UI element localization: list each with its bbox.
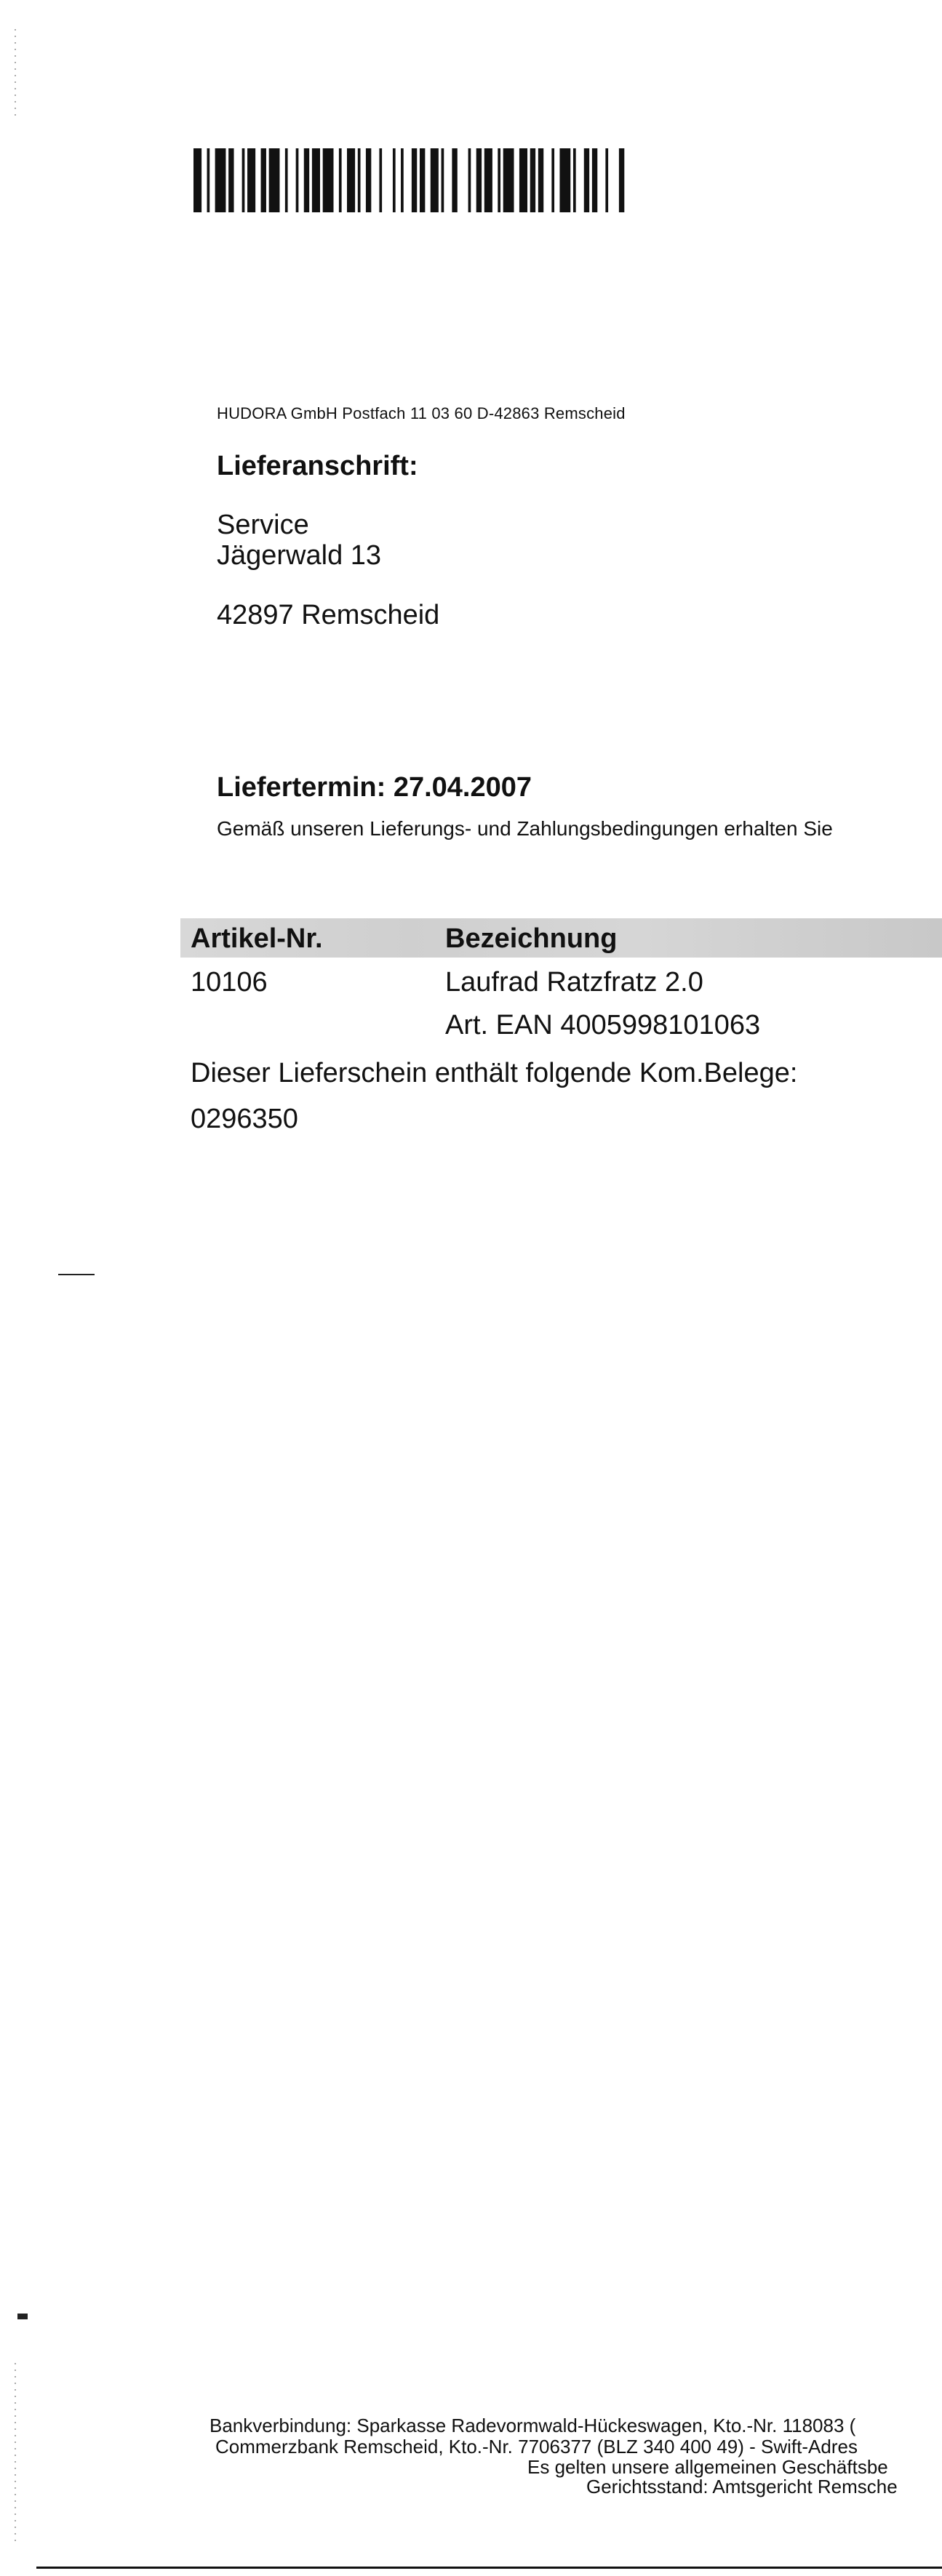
barcode-bar: [559, 148, 571, 212]
barcode-bar: [452, 148, 458, 212]
barcode-bar: [583, 148, 590, 212]
barcode-bar: [530, 148, 536, 212]
barcode-bar: [401, 148, 404, 212]
barcode-bar: [311, 148, 320, 212]
barcode-bar: [551, 148, 555, 212]
barcode-bar: [215, 148, 226, 212]
terms-text: Gemäß unseren Lieferungs- und Zahlungsbe…: [217, 817, 833, 840]
barcode-bar: [193, 148, 202, 212]
barcode-bar: [591, 148, 598, 212]
scan-edge-dots: [15, 2363, 16, 2545]
barcode-bar: [268, 148, 280, 212]
delivery-address-city: 42897 Remscheid: [217, 600, 440, 630]
barcode-bar: [618, 148, 625, 212]
barcode: [193, 148, 625, 212]
delivery-address-line2: Jägerwald 13: [217, 540, 382, 571]
barcode-bar: [392, 148, 396, 212]
barcode-bar: [605, 148, 609, 212]
barcode-bar: [441, 148, 444, 212]
barcode-bar: [503, 148, 514, 212]
barcode-bar: [498, 148, 501, 212]
scan-mark: [17, 2314, 28, 2319]
sender-address-line: HUDORA GmbH Postfach 11 03 60 D-42863 Re…: [217, 404, 626, 422]
barcode-bar: [260, 148, 266, 212]
bottom-rule: [36, 2567, 942, 2569]
delivery-address-line1: Service: [217, 510, 309, 540]
barcode-bar: [365, 148, 372, 212]
column-header-description: Bezeichnung: [445, 923, 618, 954]
barcode-bar: [476, 148, 482, 212]
barcode-bar: [247, 148, 256, 212]
commission-number: 0296350: [191, 1104, 298, 1134]
barcode-bar: [295, 148, 299, 212]
table-cell-ean: Art. EAN 4005998101063: [445, 1010, 761, 1040]
barcode-bar: [207, 148, 210, 212]
barcode-bar: [411, 148, 418, 212]
barcode-bar: [228, 148, 234, 212]
barcode-bar: [242, 148, 245, 212]
barcode-bar: [322, 148, 334, 212]
barcode-bar: [379, 148, 383, 212]
barcode-bar: [419, 148, 426, 212]
column-header-article-no: Artikel-Nr.: [191, 923, 323, 954]
commission-note: Dieser Lieferschein enthält folgende Kom…: [191, 1058, 798, 1088]
barcode-bar: [519, 148, 528, 212]
barcode-bar: [572, 148, 576, 212]
footer-jurisdiction-line: Gerichtsstand: Amtsgericht Remsche: [586, 2476, 898, 2497]
barcode-bar: [430, 148, 439, 212]
footer-bank-line2: Commerzbank Remscheid, Kto.-Nr. 7706377 …: [215, 2436, 858, 2457]
scan-mark: [58, 1274, 95, 1275]
table-cell-description: Laufrad Ratzfratz 2.0: [445, 967, 703, 998]
barcode-bar: [484, 148, 492, 212]
barcode-bar: [284, 148, 288, 212]
delivery-address-heading: Lieferanschrift:: [217, 451, 418, 481]
barcode-bar: [303, 148, 310, 212]
footer-terms-line: Es gelten unsere allgemeinen Geschäftsbe: [527, 2456, 888, 2478]
barcode-bar: [357, 148, 361, 212]
barcode-bar: [468, 148, 471, 212]
table-cell-article-no: 10106: [191, 967, 268, 998]
scan-edge-dots: [15, 29, 16, 116]
footer-bank-line1: Bankverbindung: Sparkasse Radevormwald-H…: [209, 2415, 856, 2436]
barcode-bar: [538, 148, 544, 212]
delivery-date: Liefertermin: 27.04.2007: [217, 772, 532, 803]
barcode-bar: [338, 148, 342, 212]
barcode-bar: [347, 148, 356, 212]
